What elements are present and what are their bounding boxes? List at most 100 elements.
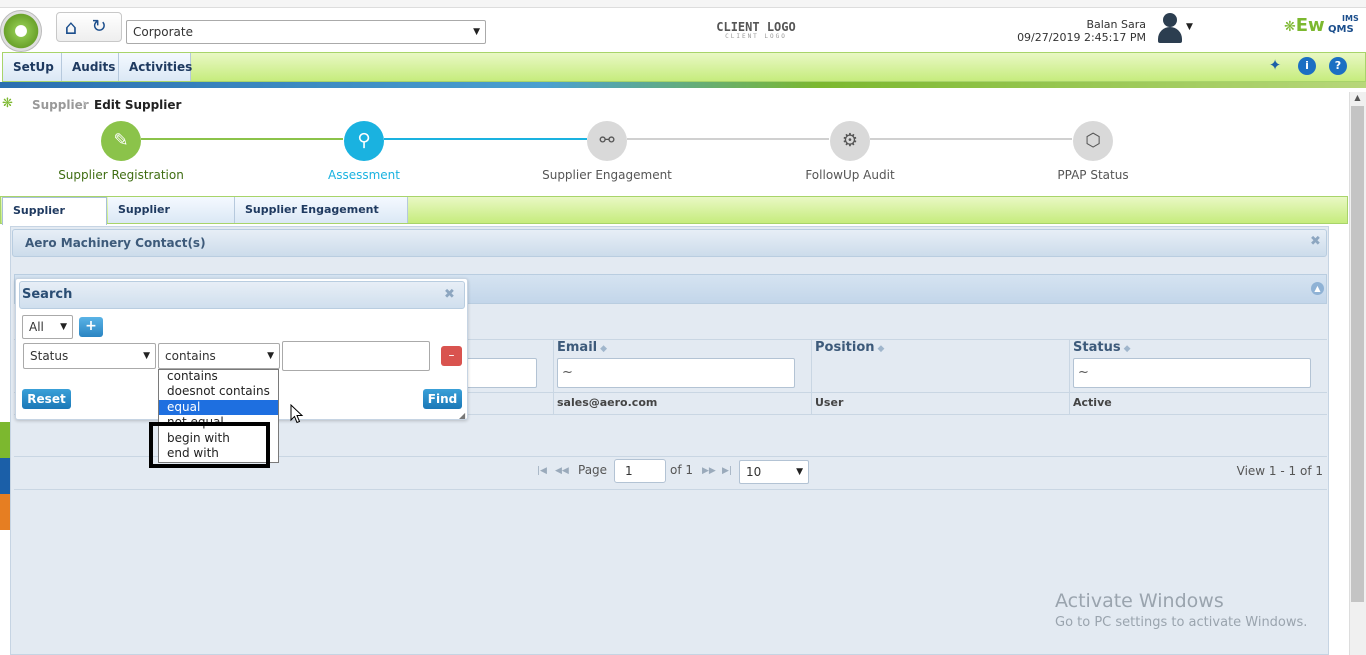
chevron-down-icon: ▼ [60, 322, 67, 332]
field-select[interactable]: Status ▼ [23, 343, 156, 369]
home-icon[interactable]: ⌂ [60, 16, 82, 38]
organization-select[interactable]: Corporate ▼ [126, 20, 486, 44]
sort-icon: ◆ [1123, 344, 1131, 354]
refresh-icon[interactable]: ↻ [89, 16, 109, 38]
step-followup-audit[interactable]: ⚙ [830, 121, 870, 161]
scroll-up-icon[interactable]: ▲ [1351, 93, 1364, 105]
chevron-down-icon: ▼ [143, 351, 150, 361]
nav-audits[interactable]: Audits [62, 53, 119, 81]
main-nav: SetUp Audits Activities [2, 52, 1366, 82]
page-title: Edit Supplier [94, 98, 182, 112]
add-rule-button[interactable]: + [79, 317, 103, 337]
column-header-status[interactable]: Status ◆ [1073, 340, 1130, 358]
operator-option-doesnot-contains[interactable]: doesnot contains [159, 384, 278, 399]
tab-bar: Supplier Details Supplier Evaluation Sup… [0, 196, 1348, 243]
status-filter-input[interactable]: ~ [1073, 358, 1311, 388]
organization-select-value: Corporate [133, 25, 193, 39]
avatar-head [1163, 13, 1177, 27]
accent-strip [0, 458, 10, 494]
chevron-down-icon[interactable]: ▼ [1186, 22, 1193, 32]
step-assessment[interactable]: ⚲ [344, 121, 384, 161]
cell-email: sales@aero.com [557, 396, 658, 409]
step-supplier-engagement[interactable]: ⚯ [587, 121, 627, 161]
current-datetime: 09/27/2019 2:45:17 PM [1017, 31, 1146, 44]
page-input[interactable]: 1 [614, 459, 666, 483]
accent-strip [0, 494, 10, 530]
nav-setup[interactable]: SetUp [3, 53, 62, 81]
cell-status: Active [1073, 396, 1112, 409]
brand-text: Ew [1295, 15, 1325, 36]
cell-position: User [815, 396, 844, 409]
asterisk-icon: ❋ [1284, 19, 1296, 35]
brand-logo: ❋Ew IMS QMS [1284, 14, 1364, 40]
step-label: Supplier Registration [58, 168, 184, 182]
reset-button[interactable]: Reset [22, 389, 71, 409]
asterisk-icon: ❋ [2, 96, 13, 111]
first-page-icon[interactable]: |◀ [537, 466, 547, 476]
help-icon[interactable]: ? [1329, 57, 1347, 75]
column-header-label: Status [1073, 340, 1121, 355]
column-separator [553, 339, 554, 415]
mouse-cursor-icon [290, 404, 304, 424]
nav-activities[interactable]: Activities [119, 53, 192, 81]
page-count: of 1 [670, 463, 694, 477]
panel-title: Aero Machinery Contact(s) [25, 236, 206, 250]
resize-grip-icon[interactable]: ◢ [459, 411, 465, 420]
windows-watermark-subtitle: Go to PC settings to activate Windows. [1055, 615, 1308, 630]
app-logo[interactable] [0, 10, 42, 52]
assessment-icon: ⚲ [357, 130, 371, 151]
next-page-icon[interactable]: ▶▶ [702, 466, 716, 476]
last-page-icon[interactable]: ▶| [722, 466, 732, 476]
operator-select[interactable]: contains ▼ [158, 343, 280, 369]
search-dialog-header [19, 281, 465, 309]
find-button[interactable]: Find [423, 389, 462, 409]
operator-option-equal[interactable]: equal [159, 400, 278, 415]
breadcrumb-supplier[interactable]: Supplier [32, 98, 89, 112]
search-dialog-title: Search [22, 287, 73, 302]
handshake-icon: ⚯ [599, 130, 615, 151]
column-header-position[interactable]: Position ◆ [815, 340, 884, 358]
close-icon[interactable]: ✖ [1310, 234, 1321, 249]
group-operator-value: All [29, 320, 44, 334]
avatar-body [1158, 27, 1182, 43]
email-filter-input[interactable]: ~ [557, 358, 795, 388]
page-size-value: 10 [746, 465, 762, 479]
delete-rule-button[interactable]: – [441, 346, 462, 366]
step-label: FollowUp Audit [805, 168, 895, 182]
step-supplier-registration[interactable]: ✎ [101, 121, 141, 161]
avatar[interactable] [1156, 12, 1184, 44]
column-header-email[interactable]: Email ◆ [557, 340, 607, 358]
sort-icon: ◆ [877, 344, 885, 354]
record-count: View 1 - 1 of 1 [1236, 464, 1323, 478]
page-label: Page [578, 463, 608, 477]
column-header-label: Email [557, 340, 598, 355]
scrollbar-thumb[interactable] [1351, 106, 1364, 602]
collapse-icon[interactable]: ▲ [1311, 282, 1324, 295]
operator-option-contains[interactable]: contains [159, 369, 278, 384]
step-label: PPAP Status [1057, 168, 1129, 182]
page-size-select[interactable]: 10 ▼ [739, 460, 809, 484]
field-select-value: Status [30, 349, 69, 363]
search-value-input[interactable] [282, 341, 430, 371]
step-label: Supplier Engagement [542, 168, 672, 182]
tab-supplier-details[interactable]: Supplier Details [2, 197, 107, 243]
step-ppap-status[interactable]: ⬡ [1073, 121, 1113, 161]
tab-supplier-evaluation[interactable]: Supplier Evaluation [108, 197, 235, 242]
filter-input-hidden-col[interactable] [466, 358, 537, 388]
audit-icon: ⚙ [841, 130, 859, 151]
prev-page-icon[interactable]: ◀◀ [555, 466, 569, 476]
client-logo: CLIENT LOGO CLIENT LOGO [716, 20, 796, 42]
group-operator-select[interactable]: All ▼ [22, 315, 73, 339]
annotation-highlight-box [149, 422, 270, 468]
registration-icon: ✎ [113, 130, 129, 151]
close-icon[interactable]: ✖ [444, 287, 455, 302]
tab-supplier-engagement-model[interactable]: Supplier Engagement Model [235, 197, 408, 242]
chevron-down-icon: ▼ [473, 27, 480, 37]
cube-icon: ⬡ [1085, 130, 1101, 151]
info-icon[interactable]: i [1298, 57, 1316, 75]
pin-icon[interactable]: ✦ [1266, 56, 1284, 74]
operator-select-value: contains [165, 349, 216, 363]
column-header-label: Position [815, 340, 875, 355]
step-label: Assessment [328, 168, 400, 182]
step-connector [870, 138, 1072, 140]
